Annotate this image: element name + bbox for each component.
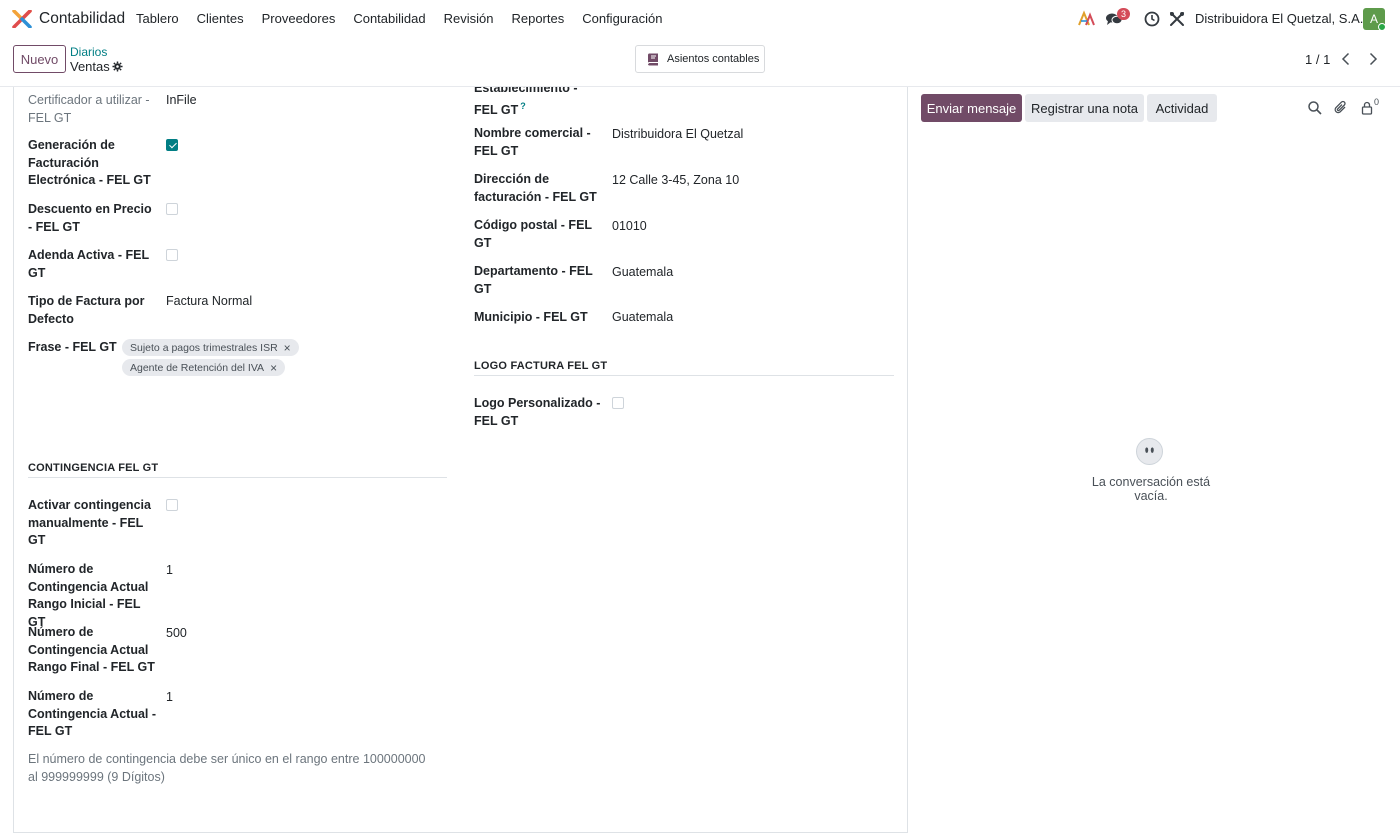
- certificador-value[interactable]: InFile: [166, 92, 197, 110]
- menu-item-configuracion[interactable]: Configuración: [582, 11, 662, 26]
- section-divider: [28, 477, 447, 478]
- new-button[interactable]: Nuevo: [13, 45, 66, 73]
- menu-item-reportes[interactable]: Reportes: [511, 11, 564, 26]
- frase-tag-label: Sujeto a pagos trimestrales ISR: [130, 341, 278, 354]
- ai-assistant-icon[interactable]: [1077, 10, 1095, 28]
- activity-button[interactable]: Actividad: [1147, 94, 1217, 122]
- generacion-label: Generación de Facturación Electrónica - …: [28, 138, 151, 187]
- paperclip-icon[interactable]: [1333, 100, 1349, 116]
- menu-item-clientes[interactable]: Clientes: [197, 11, 244, 26]
- book-icon: [647, 53, 658, 65]
- direccion-value[interactable]: 12 Calle 3-45, Zona 10: [612, 172, 739, 190]
- journal-entries-label: Asientos contables: [667, 53, 760, 65]
- establecimiento-label-text: Establecimiento - FEL GT: [474, 87, 578, 117]
- chat-badge: 3: [1117, 8, 1131, 20]
- gear-icon[interactable]: [112, 61, 123, 72]
- control-panel: Nuevo Diarios Ventas Asientos contables …: [0, 38, 1400, 87]
- user-status-dot: [1378, 23, 1386, 31]
- journal-entries-button[interactable]: Asientos contables: [635, 45, 765, 73]
- rango-inicial-label: Número de Contingencia Actual Rango Inic…: [28, 562, 149, 629]
- empty-conversation-icon: [1136, 438, 1163, 465]
- followers-lock-icon[interactable]: [1359, 100, 1375, 116]
- contingencia-actual-label: Número de Contingencia Actual - FEL GT: [28, 689, 157, 738]
- main-menu: Tablero Clientes Proveedores Contabilida…: [136, 11, 680, 26]
- menu-item-revision[interactable]: Revisión: [444, 11, 494, 26]
- send-message-button[interactable]: Enviar mensaje: [921, 94, 1022, 122]
- followers-count: 0: [1374, 97, 1380, 107]
- frase-tag-label: Agente de Retención del IVA: [130, 361, 265, 374]
- activar-contingencia-label: Activar contingencia manualmente - FEL G…: [28, 498, 151, 547]
- frase-label: Frase - FEL GT: [28, 340, 117, 354]
- establecimiento-label: Establecimiento - FEL GT?: [474, 87, 602, 119]
- breadcrumb-current: Ventas: [70, 59, 110, 74]
- tipo-factura-label: Tipo de Factura por Defecto: [28, 294, 145, 326]
- section-divider: [474, 375, 894, 376]
- frase-tag[interactable]: Sujeto a pagos trimestrales ISR ×: [122, 339, 299, 356]
- contingencia-help-note: El número de contingencia debe ser único…: [28, 752, 426, 784]
- company-switcher[interactable]: Distribuidora El Quetzal, S.A.: [1195, 11, 1363, 26]
- frase-tag[interactable]: Agente de Retención del IVA ×: [122, 359, 286, 376]
- menu-item-contabilidad[interactable]: Contabilidad: [353, 11, 425, 26]
- descuento-label: Descuento en Precio - FEL GT: [28, 202, 152, 234]
- menu-item-proveedores[interactable]: Proveedores: [262, 11, 336, 26]
- rango-final-label: Número de Contingencia Actual Rango Fina…: [28, 625, 155, 674]
- contingencia-section-title: CONTINGENCIA FEL GT: [28, 462, 159, 474]
- top-navbar: Contabilidad Tablero Clientes Proveedore…: [0, 0, 1400, 38]
- tag-remove-icon[interactable]: ×: [284, 341, 291, 355]
- certificador-label: Certificador a utilizar - FEL GT: [28, 93, 150, 125]
- tipo-factura-value[interactable]: Factura Normal: [166, 293, 252, 311]
- tag-remove-icon[interactable]: ×: [270, 361, 277, 375]
- nombre-comercial-value[interactable]: Distribuidora El Quetzal: [612, 126, 743, 144]
- app-logo-icon[interactable]: [12, 10, 32, 28]
- app-name[interactable]: Contabilidad: [39, 10, 125, 28]
- activity-clock-icon[interactable]: [1143, 10, 1161, 28]
- departamento-value[interactable]: Guatemala: [612, 264, 673, 282]
- help-tooltip-icon[interactable]: ?: [520, 101, 526, 111]
- descuento-checkbox[interactable]: [166, 203, 178, 215]
- tools-icon[interactable]: [1168, 10, 1186, 28]
- activar-contingencia-checkbox[interactable]: [166, 499, 178, 511]
- generacion-checkbox[interactable]: [166, 139, 178, 151]
- adenda-checkbox[interactable]: [166, 249, 178, 261]
- nombre-comercial-label: Nombre comercial - FEL GT: [474, 126, 591, 158]
- pager-value[interactable]: 1 / 1: [1305, 52, 1330, 67]
- rango-inicial-value[interactable]: 1: [166, 562, 173, 580]
- codigo-postal-label: Código postal - FEL GT: [474, 218, 592, 250]
- log-note-button[interactable]: Registrar una nota: [1025, 94, 1144, 122]
- departamento-label: Departamento - FEL GT: [474, 264, 593, 296]
- adenda-label: Adenda Activa - FEL GT: [28, 248, 149, 280]
- rango-final-value[interactable]: 500: [166, 625, 187, 643]
- direccion-label: Dirección de facturación - FEL GT: [474, 172, 597, 204]
- search-icon[interactable]: [1307, 100, 1323, 116]
- municipio-label: Municipio - FEL GT: [474, 310, 588, 324]
- form-sheet: Certificador a utilizar - FEL GT InFile …: [13, 87, 908, 833]
- contingencia-actual-value[interactable]: 1: [166, 689, 173, 707]
- logo-personalizado-checkbox[interactable]: [612, 397, 624, 409]
- chevron-left-icon[interactable]: [1337, 50, 1355, 68]
- logo-personalizado-label: Logo Personalizado - FEL GT: [474, 396, 601, 428]
- chatter-panel: Enviar mensaje Registrar una nota Activi…: [908, 87, 1400, 833]
- municipio-value[interactable]: Guatemala: [612, 309, 673, 327]
- codigo-postal-value[interactable]: 01010: [612, 218, 647, 236]
- logo-section-title: LOGO FACTURA FEL GT: [474, 360, 608, 372]
- chevron-right-icon[interactable]: [1364, 50, 1382, 68]
- empty-conversation-text: La conversación está vacía.: [1091, 475, 1211, 503]
- menu-item-tablero[interactable]: Tablero: [136, 11, 179, 26]
- breadcrumb-diarios[interactable]: Diarios: [70, 45, 107, 59]
